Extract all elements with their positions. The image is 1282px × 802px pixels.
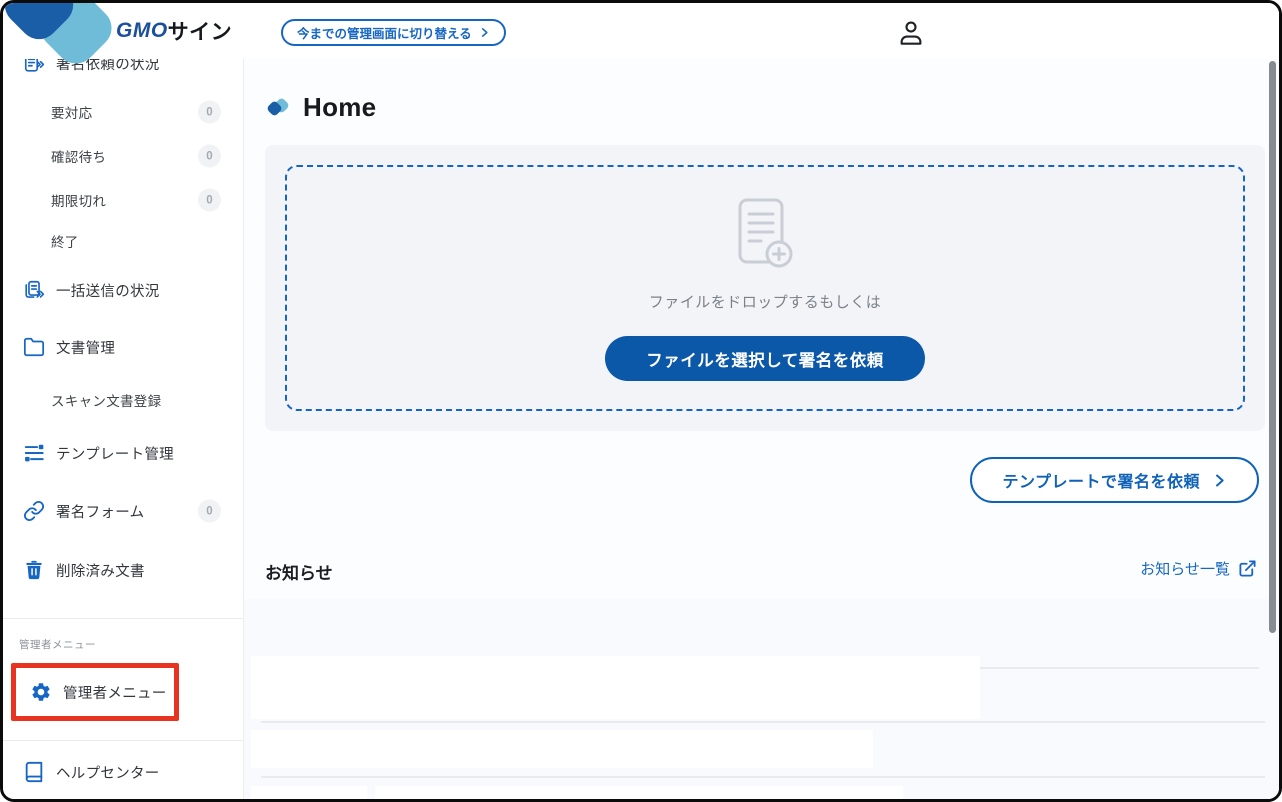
news-list-link[interactable]: お知らせ一覧 [1140, 558, 1257, 579]
brand-gmo-text: GMO [116, 19, 168, 42]
chevron-right-icon [481, 28, 488, 37]
redacted-news-row [375, 786, 903, 799]
sidebar-item-label: 管理者メニュー [63, 685, 167, 702]
sidebar-item-label: 一括送信の状況 [56, 283, 160, 300]
sidebar-divider [3, 618, 243, 619]
sidebar-item-label: 要対応 [51, 106, 93, 121]
file-drop-card: ファイルをドロップするもしくは ファイルを選択して署名を依頼 [265, 145, 1265, 431]
vertical-scrollbar-thumb[interactable] [1269, 61, 1276, 633]
news-section-title: お知らせ [265, 564, 333, 583]
top-header: GMO サイン 今までの管理画面に切り替える [3, 3, 1279, 64]
redacted-news-row [251, 730, 873, 768]
file-drop-zone[interactable]: ファイルをドロップするもしくは ファイルを選択して署名を依頼 [285, 165, 1245, 411]
brand-logo: GMO サイン [116, 3, 232, 59]
sidebar-item-document-management[interactable]: 文書管理 [3, 327, 243, 367]
news-list [244, 599, 1279, 799]
main-content: Home ファイルをドロップするもしくは ファイルを選択して署名を依頼 テンプレ… [244, 59, 1279, 799]
count-badge: 0 [198, 144, 221, 168]
trash-icon [23, 559, 45, 581]
external-link-icon [1239, 560, 1256, 577]
brand-sign-text: サイン [167, 21, 233, 44]
sidebar-item-label: 署名フォーム [56, 504, 145, 521]
link-icon [23, 500, 45, 522]
sidebar-item-label: 確認待ち [51, 150, 107, 165]
admin-section-label: 管理者メニュー [19, 639, 96, 651]
redacted-news-row [251, 656, 980, 719]
sidebar-item-admin-menu[interactable]: 管理者メニュー [16, 672, 174, 712]
news-row-divider [261, 721, 1265, 723]
book-icon [23, 761, 45, 783]
sidebar-item-help-center[interactable]: ヘルプセンター [3, 752, 243, 792]
count-badge: 0 [198, 100, 221, 124]
sidebar-nav: 署名依頼の状況 要対応 0 確認待ち 0 期限切れ 0 終了 一括送信の状況 文… [3, 59, 244, 799]
bulk-send-icon [23, 279, 45, 301]
drop-hint-text: ファイルをドロップするもしくは [648, 294, 882, 311]
annotation-highlight-box: 管理者メニュー [11, 663, 179, 721]
news-row-divider [980, 667, 1259, 669]
sidebar-divider [3, 740, 243, 741]
sidebar-item-expired[interactable]: 期限切れ 0 [3, 180, 243, 220]
sidebar-item-label: ヘルプセンター [56, 765, 160, 782]
folder-icon [23, 336, 45, 358]
sidebar-item-label: 文書管理 [56, 340, 116, 357]
sidebar-item-label: 削除済み文書 [56, 563, 145, 580]
news-list-link-label: お知らせ一覧 [1140, 561, 1230, 578]
document-add-icon [738, 198, 793, 268]
app-window: GMO サイン 今までの管理画面に切り替える 署名依頼の状況 要対応 0 確認待… [0, 0, 1282, 802]
sidebar-item-bulk-send-status[interactable]: 一括送信の状況 [3, 270, 243, 310]
gmo-sign-home-icon [267, 98, 289, 116]
sidebar-item-label: 期限切れ [51, 194, 107, 209]
template-signature-label: テンプレートで署名を依頼 [1002, 474, 1200, 491]
sidebar-item-finished[interactable]: 終了 [3, 221, 243, 261]
sidebar-item-scan-document-register[interactable]: スキャン文書登録 [3, 380, 243, 420]
sidebar-item-deleted-documents[interactable]: 削除済み文書 [3, 550, 243, 590]
user-account-icon[interactable] [896, 18, 926, 48]
sidebar-item-action-required[interactable]: 要対応 0 [3, 92, 243, 132]
sidebar-item-template-management[interactable]: テンプレート管理 [3, 433, 243, 473]
sidebar-item-label: スキャン文書登録 [51, 394, 162, 409]
switch-admin-view-label: 今までの管理画面に切り替える [297, 27, 472, 41]
sidebar-item-signature-form[interactable]: 署名フォーム 0 [3, 491, 243, 531]
page-title: Home [303, 92, 377, 122]
sidebar-item-label: 終了 [51, 235, 79, 250]
template-signature-button[interactable]: テンプレートで署名を依頼 [970, 457, 1259, 503]
news-row-divider [261, 776, 1265, 778]
sidebar-item-waiting-confirmation[interactable]: 確認待ち 0 [3, 136, 243, 176]
template-icon [23, 442, 45, 464]
count-badge: 0 [198, 499, 221, 523]
redacted-news-row [251, 786, 367, 799]
switch-admin-view-button[interactable]: 今までの管理画面に切り替える [281, 19, 506, 46]
select-file-button[interactable]: ファイルを選択して署名を依頼 [605, 336, 925, 381]
sidebar-item-label: テンプレート管理 [56, 446, 174, 463]
page-title-row: Home [265, 92, 376, 123]
count-badge: 0 [198, 188, 221, 212]
chevron-right-icon [1216, 474, 1224, 486]
gear-icon [30, 681, 52, 703]
